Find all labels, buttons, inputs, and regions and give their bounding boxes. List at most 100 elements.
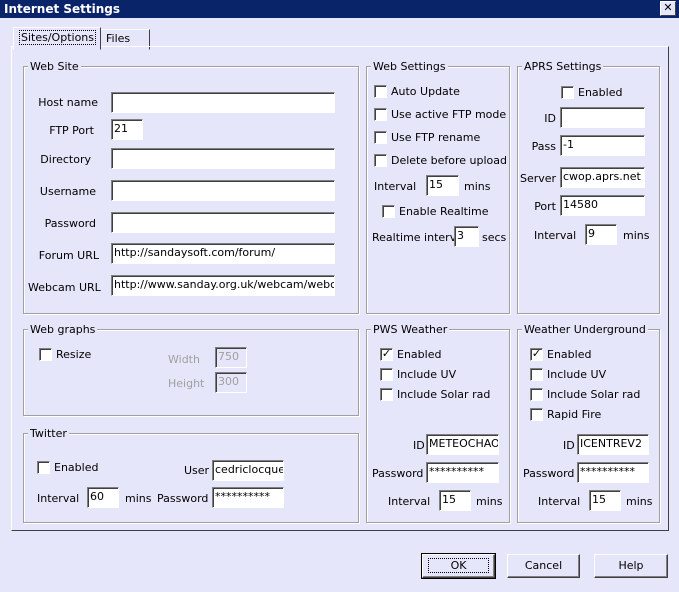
username-input[interactable]	[111, 180, 335, 201]
graph-height-label: Height	[168, 377, 205, 390]
wu-interval-label: Interval	[538, 495, 581, 508]
resize-label: Resize	[56, 348, 92, 361]
close-icon[interactable]: ✕	[660, 1, 676, 16]
pws-include-uv-checkbox[interactable]	[380, 368, 393, 381]
graph-width-input[interactable]: 750	[215, 347, 247, 368]
pws-interval-unit: mins	[476, 495, 503, 508]
ftp-rename-label: Use FTP rename	[391, 131, 481, 144]
wu-rapid-fire-label: Rapid Fire	[547, 408, 602, 421]
graph-height-input[interactable]: 300	[215, 372, 247, 393]
delete-before-upload-checkbox[interactable]	[374, 154, 387, 167]
wu-password-input[interactable]: **********	[577, 462, 649, 483]
auto-update-checkbox[interactable]	[374, 85, 387, 98]
ok-button-label: OK	[427, 558, 490, 573]
host-name-input[interactable]	[111, 92, 335, 113]
realtime-interval-input[interactable]: 3	[454, 226, 479, 247]
window-title: Internet Settings	[4, 2, 121, 16]
wu-enabled-label: Enabled	[547, 348, 592, 361]
twitter-interval-label: Interval	[37, 492, 80, 505]
aprs-server-input[interactable]: cwop.aprs.net	[560, 167, 645, 188]
aprs-pass-input[interactable]: -1	[560, 135, 645, 156]
realtime-interval-unit: secs	[482, 231, 507, 244]
pws-password-input[interactable]: **********	[426, 462, 499, 483]
tab-files-label: Files	[106, 32, 131, 45]
tab-sites-options[interactable]: Sites/Options	[13, 27, 101, 50]
help-button[interactable]: Help	[594, 554, 668, 578]
aprs-interval-input[interactable]: 9	[585, 224, 617, 245]
web-graphs-group	[23, 329, 359, 416]
active-ftp-checkbox[interactable]	[374, 108, 387, 121]
enable-realtime-checkbox[interactable]	[382, 205, 395, 218]
wu-id-input[interactable]: ICENTREV2	[577, 434, 649, 455]
pws-enabled-label: Enabled	[397, 348, 442, 361]
pws-weather-legend: PWS Weather	[371, 323, 450, 336]
ftp-port-input[interactable]: 21	[111, 119, 143, 140]
pws-interval-input[interactable]: 15	[439, 490, 471, 511]
aprs-port-label: Port	[534, 200, 556, 213]
pws-id-input[interactable]: METEOCHAON	[426, 434, 499, 455]
web-interval-input[interactable]: 15	[426, 175, 459, 196]
auto-update-label: Auto Update	[391, 85, 460, 98]
ftp-rename-checkbox[interactable]	[374, 131, 387, 144]
twitter-enabled-checkbox[interactable]	[37, 461, 50, 474]
pws-include-solar-label: Include Solar rad	[397, 388, 491, 401]
wu-interval-input[interactable]: 15	[589, 490, 621, 511]
pws-enabled-checkbox[interactable]: ✓	[380, 348, 393, 361]
pws-include-solar-checkbox[interactable]	[380, 388, 393, 401]
ftp-port-label: FTP Port	[49, 124, 94, 137]
twitter-interval-unit: mins	[125, 492, 152, 505]
web-interval-unit: mins	[464, 180, 491, 193]
twitter-user-input[interactable]: cedriclocquen	[212, 460, 284, 481]
host-name-label: Host name	[38, 96, 98, 109]
pws-interval-label: Interval	[388, 495, 431, 508]
aprs-enabled-checkbox[interactable]	[561, 86, 574, 99]
enable-realtime-label: Enable Realtime	[399, 205, 489, 218]
realtime-interval-label: Realtime interval	[372, 231, 466, 244]
twitter-interval-input[interactable]: 60	[87, 487, 119, 508]
twitter-enabled-label: Enabled	[54, 461, 99, 474]
password-input[interactable]	[111, 212, 335, 233]
web-graphs-legend: Web graphs	[28, 323, 98, 336]
aprs-enabled-label: Enabled	[578, 86, 623, 99]
wu-include-uv-label: Include UV	[547, 368, 607, 381]
wu-rapid-fire-checkbox[interactable]	[530, 408, 543, 421]
delete-before-upload-label: Delete before upload	[391, 154, 507, 167]
resize-checkbox[interactable]	[39, 348, 52, 361]
ok-button[interactable]: OK	[421, 553, 496, 579]
wu-include-solar-label: Include Solar rad	[547, 388, 641, 401]
aprs-server-label: Server	[520, 172, 557, 185]
webcam-url-label: Webcam URL	[28, 281, 101, 294]
wu-include-solar-checkbox[interactable]	[530, 388, 543, 401]
password-label: Password	[44, 217, 96, 230]
web-site-legend: Web Site	[28, 60, 81, 73]
cancel-button[interactable]: Cancel	[507, 554, 580, 578]
twitter-legend: Twitter	[28, 427, 69, 440]
wu-enabled-checkbox[interactable]: ✓	[530, 348, 543, 361]
aprs-id-label: ID	[544, 112, 556, 125]
directory-input[interactable]	[111, 148, 335, 169]
forum-url-label: Forum URL	[38, 249, 99, 262]
twitter-password-input[interactable]: **********	[212, 487, 284, 508]
wu-id-label: ID	[563, 439, 575, 452]
pws-password-label: Password	[372, 467, 424, 480]
aprs-port-input[interactable]: 14580	[560, 195, 645, 216]
weather-underground-legend: Weather Underground	[522, 323, 648, 336]
wu-password-label: Password	[523, 467, 575, 480]
pws-id-label: ID	[413, 439, 425, 452]
forum-url-input[interactable]: http://sandaysoft.com/forum/	[111, 243, 335, 264]
web-settings-legend: Web Settings	[371, 60, 448, 73]
twitter-group	[23, 433, 359, 523]
aprs-id-input[interactable]	[560, 107, 645, 128]
directory-label: Directory	[40, 153, 91, 166]
aprs-interval-unit: mins	[623, 229, 650, 242]
tab-sites-options-label: Sites/Options	[19, 30, 96, 45]
webcam-url-input[interactable]: http://www.sanday.org.uk/webcam/webcam	[111, 275, 335, 296]
web-interval-label: Interval	[374, 180, 417, 193]
aprs-pass-label: Pass	[531, 140, 556, 153]
aprs-settings-legend: APRS Settings	[522, 60, 604, 73]
wu-include-uv-checkbox[interactable]	[530, 368, 543, 381]
username-label: Username	[39, 185, 96, 198]
aprs-settings-group	[517, 66, 660, 314]
twitter-password-label: Password	[157, 492, 209, 505]
twitter-user-label: User	[184, 464, 210, 477]
